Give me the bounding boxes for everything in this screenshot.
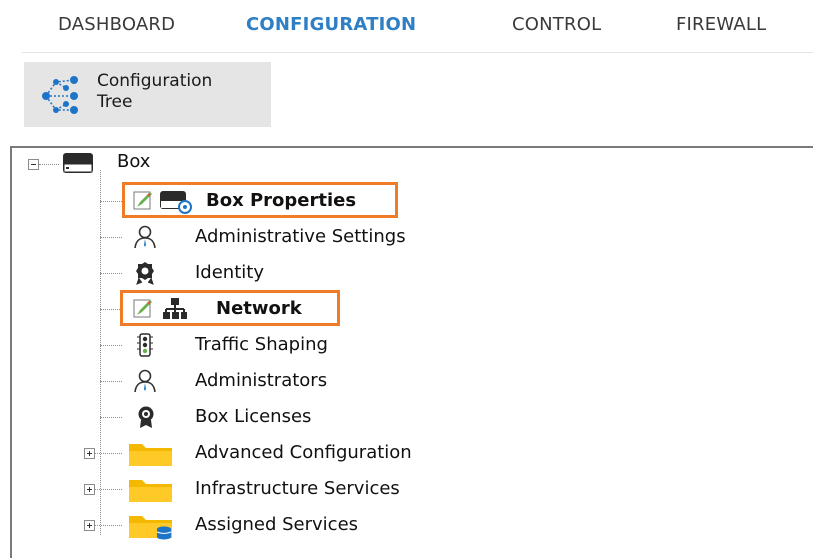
tree-node-label: Box: [117, 151, 151, 172]
admin-user-icon: [134, 225, 156, 249]
tree-node-label: Box Licenses: [195, 406, 312, 427]
tree-node-advanced-configuration[interactable]: Advanced Configuration: [84, 438, 484, 468]
folder-icon: [129, 444, 172, 466]
tree-node-label: Administrative Settings: [195, 226, 406, 247]
tree-node-identity[interactable]: Identity: [100, 258, 300, 288]
configuration-tree-button[interactable]: Configuration Tree: [24, 62, 271, 127]
identity-badge-icon: [136, 262, 154, 285]
tree-node-label: Assigned Services: [195, 514, 359, 535]
tree-node-box-licenses[interactable]: Box Licenses: [100, 402, 380, 432]
tree-node-label: Identity: [195, 262, 264, 283]
expand-toggle[interactable]: [84, 484, 95, 495]
admin-user-icon: [134, 369, 156, 393]
tree-node-traffic-shaping[interactable]: Traffic Shaping: [100, 330, 380, 360]
highlight-network: [120, 290, 340, 326]
expand-toggle[interactable]: [84, 448, 95, 459]
top-nav: DASHBOARD CONFIGURATION CONTROL FIREWALL: [0, 0, 813, 53]
configuration-tree-label: Configuration Tree: [97, 71, 213, 112]
tree-node-infrastructure-services[interactable]: Infrastructure Services: [84, 474, 484, 504]
tree-node-administrative-settings[interactable]: Administrative Settings: [100, 222, 440, 252]
configuration-tree-panel: Box Box Properties Administrative Settin…: [10, 146, 813, 558]
license-seal-icon: [138, 406, 154, 428]
box-appliance-icon: [63, 153, 93, 173]
tree-node-label: Infrastructure Services: [195, 478, 400, 499]
tree-node-label: Traffic Shaping: [195, 334, 328, 355]
collapse-toggle[interactable]: [28, 159, 39, 170]
tree-node-box[interactable]: Box: [12, 150, 312, 180]
tab-control[interactable]: CONTROL: [512, 14, 601, 35]
tree-node-administrators[interactable]: Administrators: [100, 366, 380, 396]
tab-dashboard[interactable]: DASHBOARD: [58, 14, 175, 35]
folder-database-icon: [129, 516, 172, 540]
tab-configuration[interactable]: CONFIGURATION: [246, 14, 416, 35]
tree-node-label: Advanced Configuration: [195, 442, 412, 463]
expand-toggle[interactable]: [84, 520, 95, 531]
traffic-light-icon: [137, 333, 153, 357]
folder-icon: [129, 480, 172, 502]
tree-node-label: Administrators: [195, 370, 328, 391]
tree-share-icon: [42, 76, 78, 114]
nav-divider: [22, 52, 813, 53]
tab-firewall[interactable]: FIREWALL: [676, 14, 766, 35]
tree-node-assigned-services[interactable]: Assigned Services: [84, 510, 484, 540]
highlight-box-properties: [122, 182, 398, 218]
